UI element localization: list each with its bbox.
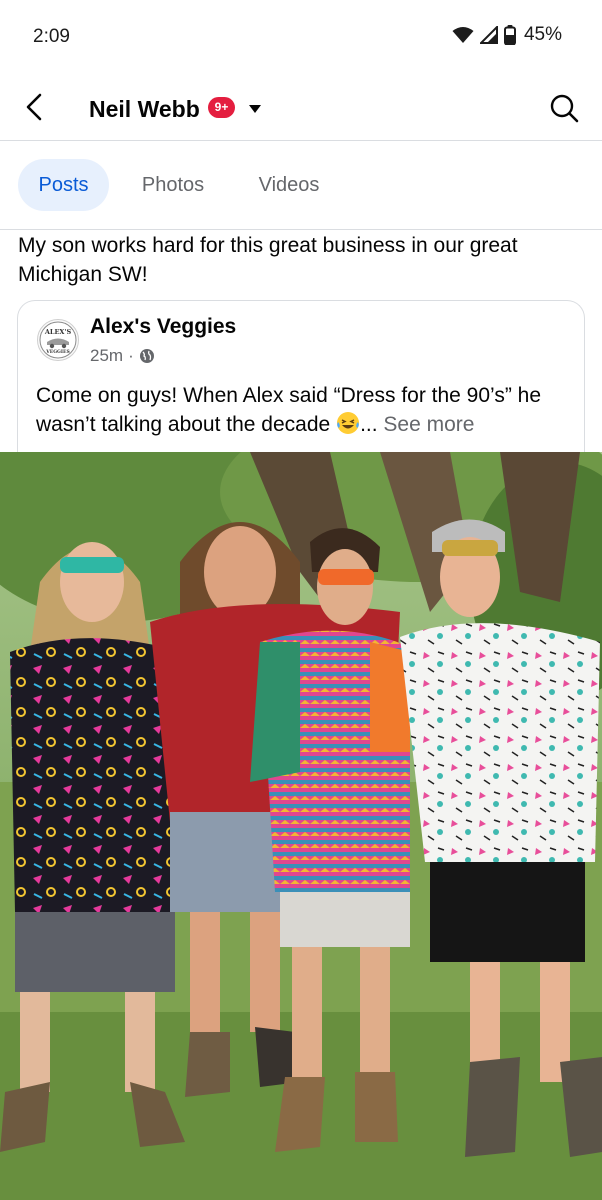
svg-text:VEGGIES: VEGGIES — [45, 349, 69, 355]
back-button[interactable] — [20, 92, 50, 122]
svg-text:ALEX'S: ALEX'S — [44, 328, 72, 336]
search-icon — [550, 94, 579, 123]
shared-post-card[interactable]: ALEX'S VEGGIES Alex's Veggies 25m · Come… — [17, 300, 585, 471]
tab-posts[interactable]: Posts — [18, 159, 109, 211]
profile-header: Neil Webb 9+ — [0, 72, 602, 141]
meta-separator: · — [128, 346, 134, 365]
caret-down-icon[interactable] — [246, 103, 264, 115]
search-button[interactable] — [548, 92, 580, 124]
tab-photos[interactable]: Photos — [124, 159, 222, 211]
profile-name[interactable]: Neil Webb — [89, 96, 200, 123]
wifi-icon — [452, 27, 474, 43]
profile-tabs: Posts Photos Videos — [0, 141, 602, 230]
status-icons: 45% — [452, 24, 562, 46]
status-time: 2:09 — [33, 26, 70, 47]
status-bar: 2:09 45% — [0, 0, 602, 72]
page-avatar[interactable]: ALEX'S VEGGIES — [37, 319, 79, 361]
ellipsis: ... — [360, 413, 378, 436]
battery-percentage: 45% — [523, 24, 562, 45]
post-photo[interactable] — [0, 452, 602, 1200]
globe-icon — [139, 349, 154, 363]
see-more-link[interactable]: See more — [383, 413, 474, 436]
post-text: My son works hard for this great busines… — [18, 234, 518, 286]
tab-videos[interactable]: Videos — [240, 159, 338, 211]
notification-badge: 9+ — [208, 97, 235, 118]
veggies-logo-icon: ALEX'S VEGGIES — [39, 321, 77, 359]
post-meta: 25m · — [90, 346, 155, 366]
shared-post-text: Come on guys! When Alex said “Dress for … — [36, 381, 571, 439]
laughing-tears-emoji-icon — [337, 412, 360, 434]
page-name[interactable]: Alex's Veggies — [90, 315, 236, 339]
back-arrow-icon — [26, 93, 42, 121]
group-photo-image — [0, 452, 602, 1200]
post-timestamp[interactable]: 25m — [90, 346, 123, 366]
battery-icon — [503, 25, 516, 45]
signal-icon — [479, 26, 498, 44]
